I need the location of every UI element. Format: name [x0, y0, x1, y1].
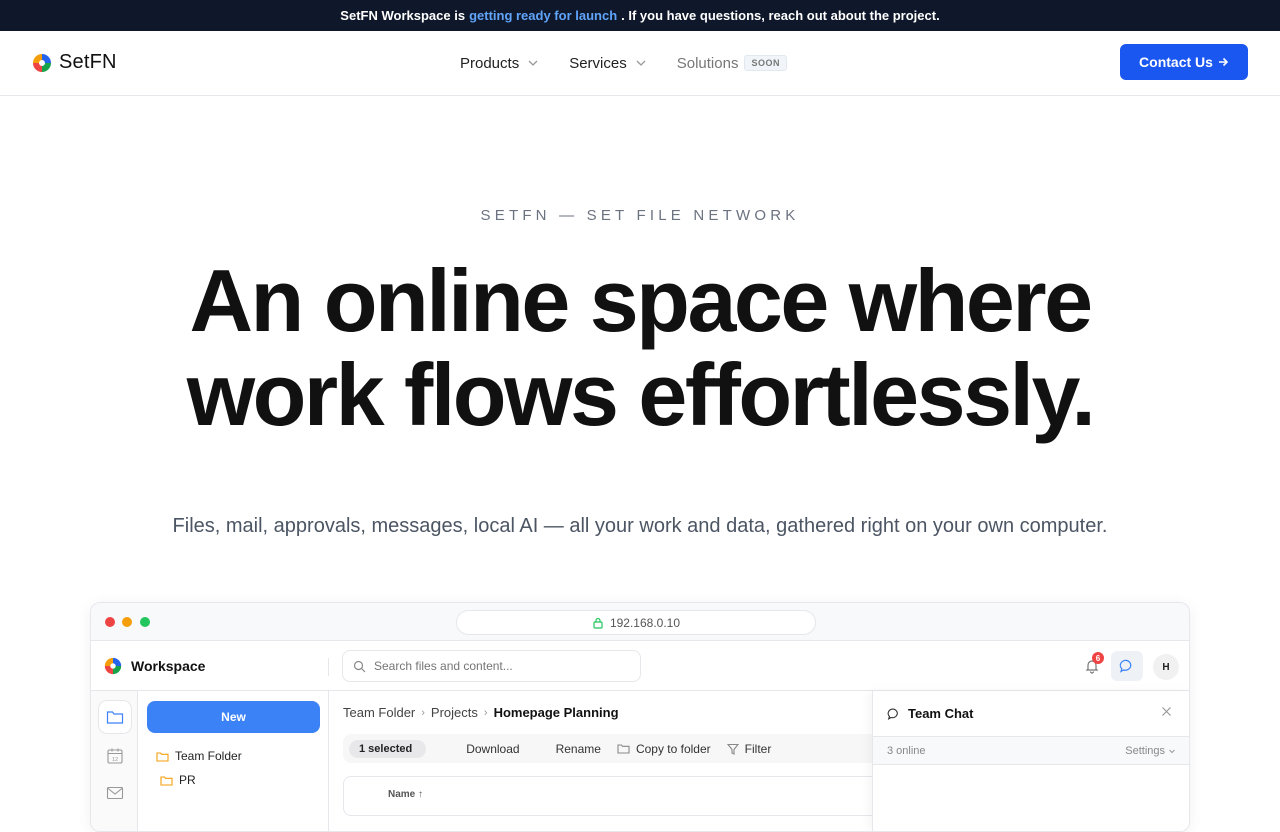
nav-products-label: Products	[460, 54, 520, 72]
announcement-bar: SetFN Workspace is getting ready for lau…	[0, 0, 1280, 31]
chat-settings-label: Settings	[1125, 744, 1165, 757]
search-input[interactable]	[374, 659, 614, 673]
nav-solutions[interactable]: Solutions SOON	[677, 55, 787, 72]
file-table: Name ↑	[343, 776, 883, 816]
folder-icon	[156, 751, 169, 762]
rename-label: Rename	[555, 741, 601, 756]
app-brand[interactable]: Workspace	[103, 656, 205, 676]
setfn-logo-icon	[33, 53, 51, 72]
app-mockup: 192.168.0.10 Workspace 6 H	[90, 602, 1190, 832]
folder-sidebar: New Team Folder PR	[138, 691, 329, 831]
nav-products[interactable]: Products	[460, 55, 539, 72]
chevron-down-icon	[528, 60, 538, 66]
mail-icon	[106, 786, 124, 800]
chat-status-bar: 3 online Settings	[873, 737, 1189, 765]
announcement-suffix: . If you have questions, reach out about…	[621, 8, 940, 23]
app-name: Workspace	[131, 658, 206, 674]
chat-settings-button[interactable]: Settings	[1125, 745, 1176, 757]
header-divider	[328, 658, 329, 676]
search-field[interactable]	[342, 650, 641, 682]
close-icon[interactable]	[1161, 706, 1172, 717]
folder-icon	[160, 775, 173, 786]
chat-header: Team Chat	[873, 691, 1189, 737]
contact-us-label: Contact Us	[1139, 54, 1213, 70]
breadcrumb-root[interactable]: Team Folder	[343, 705, 415, 720]
address-bar[interactable]: 192.168.0.10	[456, 610, 816, 635]
soon-badge: SOON	[744, 55, 787, 71]
tree-item-label: Team Folder	[175, 749, 242, 763]
chat-toggle-button[interactable]	[1111, 651, 1143, 681]
tree-item-team-folder[interactable]: Team Folder	[156, 749, 242, 763]
breadcrumb: Team Folder › Projects › Homepage Planni…	[343, 705, 619, 720]
rail-calendar[interactable]: 12	[99, 740, 131, 772]
announcement-link[interactable]: getting ready for launch	[469, 8, 617, 23]
column-header-name[interactable]: Name ↑	[388, 789, 423, 800]
file-browser: Team Folder › Projects › Homepage Planni…	[329, 691, 883, 831]
breadcrumb-current: Homepage Planning	[493, 705, 619, 720]
avatar[interactable]: H	[1153, 654, 1179, 680]
icon-rail: 12	[91, 691, 138, 831]
headline-line-2: work flows effortlessly.	[186, 345, 1096, 444]
download-label: Download	[466, 741, 520, 756]
svg-text:12: 12	[112, 757, 118, 763]
chat-bubble-icon	[887, 708, 898, 720]
team-chat-panel: Team Chat 3 online Settings	[872, 691, 1189, 831]
rename-button[interactable]: Rename	[556, 742, 601, 756]
window-close-dot	[105, 617, 115, 627]
lock-icon	[593, 617, 603, 629]
file-toolbar: 1 selected Download Rename Copy to folde…	[343, 734, 883, 763]
tree-item-label: PR	[179, 773, 196, 787]
headline-line-1: An online space where	[189, 251, 1093, 350]
filter-icon	[726, 743, 739, 755]
app-body: 12 New Team Folder PR Team Folder › Proj…	[91, 691, 1189, 831]
browser-chrome: 192.168.0.10	[91, 603, 1189, 641]
chevron-down-icon	[1169, 749, 1175, 753]
download-button[interactable]: Download	[466, 742, 519, 756]
address-text: 192.168.0.10	[609, 615, 681, 630]
contact-us-button[interactable]: Contact Us	[1120, 44, 1248, 80]
brand-logo[interactable]: SetFN	[31, 51, 117, 74]
copy-to-folder-label: Copy to folder	[635, 741, 711, 756]
app-header: Workspace 6 H	[91, 641, 1189, 691]
folder-icon	[106, 711, 124, 724]
window-minimize-dot	[122, 617, 132, 627]
filter-label: Filter	[744, 741, 772, 756]
hero-headline: An online space where work flows effortl…	[0, 254, 1280, 442]
arrow-right-icon	[1218, 57, 1229, 67]
calendar-icon: 12	[107, 748, 123, 764]
breadcrumb-separator: ›	[421, 706, 425, 719]
tree-item-pr[interactable]: PR	[160, 773, 196, 787]
chat-title: Team Chat	[908, 706, 974, 721]
top-nav: SetFN Products Services Solutions SOON C…	[0, 31, 1280, 96]
nav-services-label: Services	[569, 54, 627, 72]
breadcrumb-separator: ›	[483, 706, 488, 719]
chat-bubble-icon	[1119, 659, 1132, 673]
online-count: 3 online	[887, 744, 926, 757]
copy-to-folder-button[interactable]: Copy to folder	[617, 742, 711, 756]
new-button[interactable]: New	[147, 701, 320, 733]
announcement-prefix: SetFN Workspace is	[340, 8, 466, 23]
rail-mail[interactable]	[99, 777, 131, 809]
notifications-button[interactable]: 6	[1076, 651, 1108, 681]
hero-subline: Files, mail, approvals, messages, local …	[172, 515, 1108, 537]
nav-solutions-label: Solutions	[676, 54, 739, 72]
rail-files[interactable]	[99, 701, 131, 733]
folder-icon	[617, 744, 630, 754]
notification-badge: 6	[1092, 652, 1104, 664]
main-menu: Products Services Solutions SOON	[460, 31, 817, 95]
search-icon	[353, 660, 366, 672]
breadcrumb-mid[interactable]: Projects	[431, 705, 478, 720]
chevron-down-icon	[636, 60, 646, 66]
window-maximize-dot	[140, 617, 150, 627]
setfn-logo-icon	[104, 657, 122, 675]
brand-name: SetFN	[59, 51, 117, 73]
filter-button[interactable]: Filter	[726, 741, 772, 756]
nav-services[interactable]: Services	[569, 55, 647, 72]
selection-count: 1 selected	[349, 739, 427, 758]
hero-eyebrow: SETFN — SET FILE NETWORK	[480, 207, 800, 224]
